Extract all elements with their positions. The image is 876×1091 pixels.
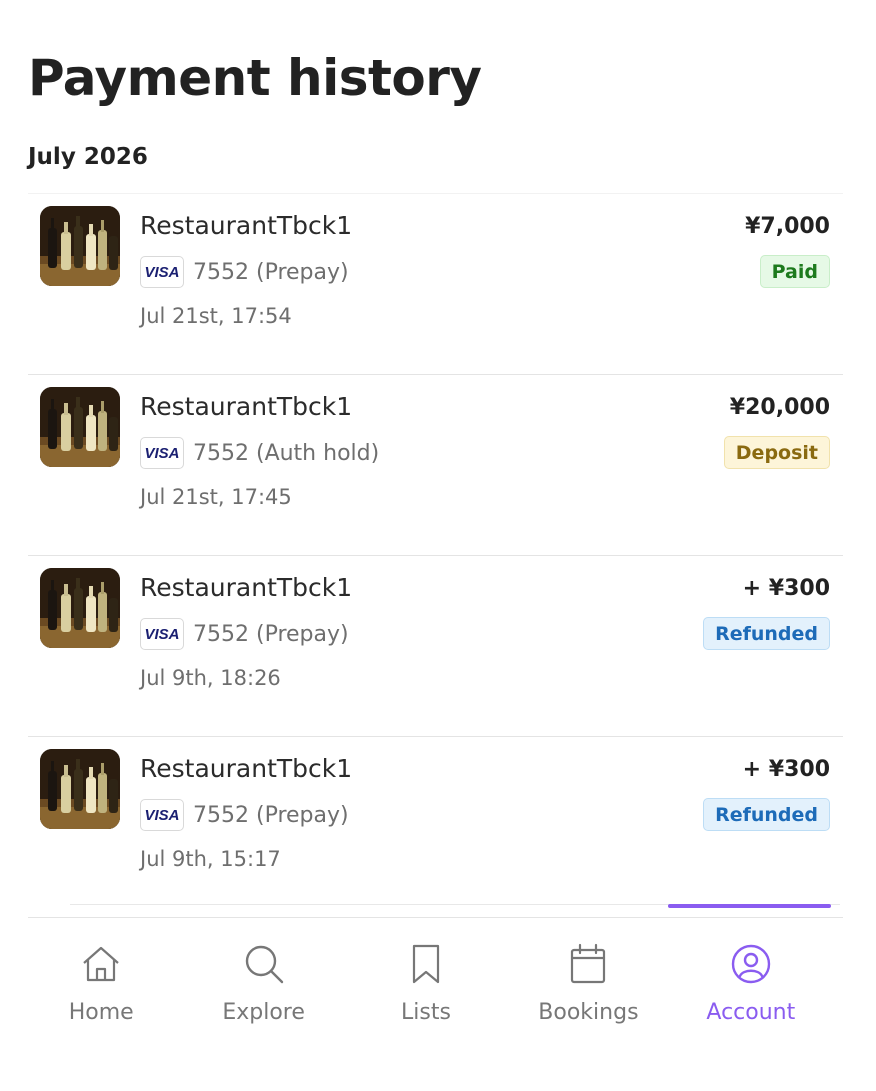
active-tab-indicator <box>668 904 831 908</box>
restaurant-thumbnail <box>40 749 120 829</box>
card-description: 7552 (Prepay) <box>193 621 349 647</box>
home-icon <box>79 942 123 986</box>
nav-label: Lists <box>401 1000 451 1025</box>
payment-row[interactable]: RestaurantTbck1 VISA 7552 (Auth hold) Ju… <box>28 375 843 556</box>
calendar-icon <box>566 942 610 986</box>
nav-item-explore[interactable]: Explore <box>182 930 344 1040</box>
page-title: Payment history <box>28 49 482 107</box>
nav-label: Home <box>68 1000 134 1025</box>
visa-card-icon: VISA <box>140 799 184 831</box>
status-badge: Deposit <box>723 436 830 469</box>
merchant-name: RestaurantTbck1 <box>140 392 353 421</box>
payment-amount: ¥20,000 <box>729 395 830 420</box>
card-info: VISA 7552 (Auth hold) <box>140 436 379 470</box>
payment-amount: + ¥300 <box>742 576 830 601</box>
month-heading: July 2026 <box>28 144 148 170</box>
card-description: 7552 (Prepay) <box>193 802 349 828</box>
nav-label: Explore <box>222 1000 305 1025</box>
payment-datetime: Jul 21st, 17:54 <box>140 304 292 328</box>
card-info: VISA 7552 (Prepay) <box>140 798 349 832</box>
status-badge: Refunded <box>703 617 830 650</box>
payment-row[interactable]: RestaurantTbck1 VISA 7552 (Prepay) Jul 9… <box>28 556 843 737</box>
restaurant-thumbnail <box>40 206 120 286</box>
merchant-name: RestaurantTbck1 <box>140 211 353 240</box>
payment-amount: ¥7,000 <box>745 214 830 239</box>
card-info: VISA 7552 (Prepay) <box>140 255 349 289</box>
payment-list: RestaurantTbck1 VISA 7552 (Prepay) Jul 2… <box>28 194 843 918</box>
nav-label: Account <box>706 1000 796 1025</box>
card-description: 7552 (Auth hold) <box>193 440 380 466</box>
nav-item-bookings[interactable]: Bookings <box>507 930 669 1040</box>
bottom-nav: Home Explore Lists Bookings Account <box>20 930 832 1040</box>
merchant-name: RestaurantTbck1 <box>140 754 353 783</box>
payment-row[interactable]: RestaurantTbck1 VISA 7552 (Prepay) Jul 9… <box>28 737 843 918</box>
bookmark-icon <box>404 942 448 986</box>
nav-label: Bookings <box>538 1000 639 1025</box>
nav-item-home[interactable]: Home <box>20 930 182 1040</box>
status-badge: Refunded <box>703 798 830 831</box>
restaurant-thumbnail <box>40 387 120 467</box>
payment-amount: + ¥300 <box>742 757 830 782</box>
restaurant-thumbnail <box>40 568 120 648</box>
payment-datetime: Jul 9th, 18:26 <box>140 666 281 690</box>
search-icon <box>242 942 286 986</box>
card-description: 7552 (Prepay) <box>193 259 349 285</box>
visa-card-icon: VISA <box>140 618 184 650</box>
account-icon <box>729 942 773 986</box>
nav-item-lists[interactable]: Lists <box>345 930 507 1040</box>
payment-datetime: Jul 9th, 15:17 <box>140 847 281 871</box>
visa-card-icon: VISA <box>140 437 184 469</box>
nav-item-account[interactable]: Account <box>670 930 832 1040</box>
status-badge: Paid <box>759 255 830 288</box>
merchant-name: RestaurantTbck1 <box>140 573 353 602</box>
card-info: VISA 7552 (Prepay) <box>140 617 349 651</box>
payment-row[interactable]: RestaurantTbck1 VISA 7552 (Prepay) Jul 2… <box>28 194 843 375</box>
visa-card-icon: VISA <box>140 256 184 288</box>
payment-datetime: Jul 21st, 17:45 <box>140 485 292 509</box>
